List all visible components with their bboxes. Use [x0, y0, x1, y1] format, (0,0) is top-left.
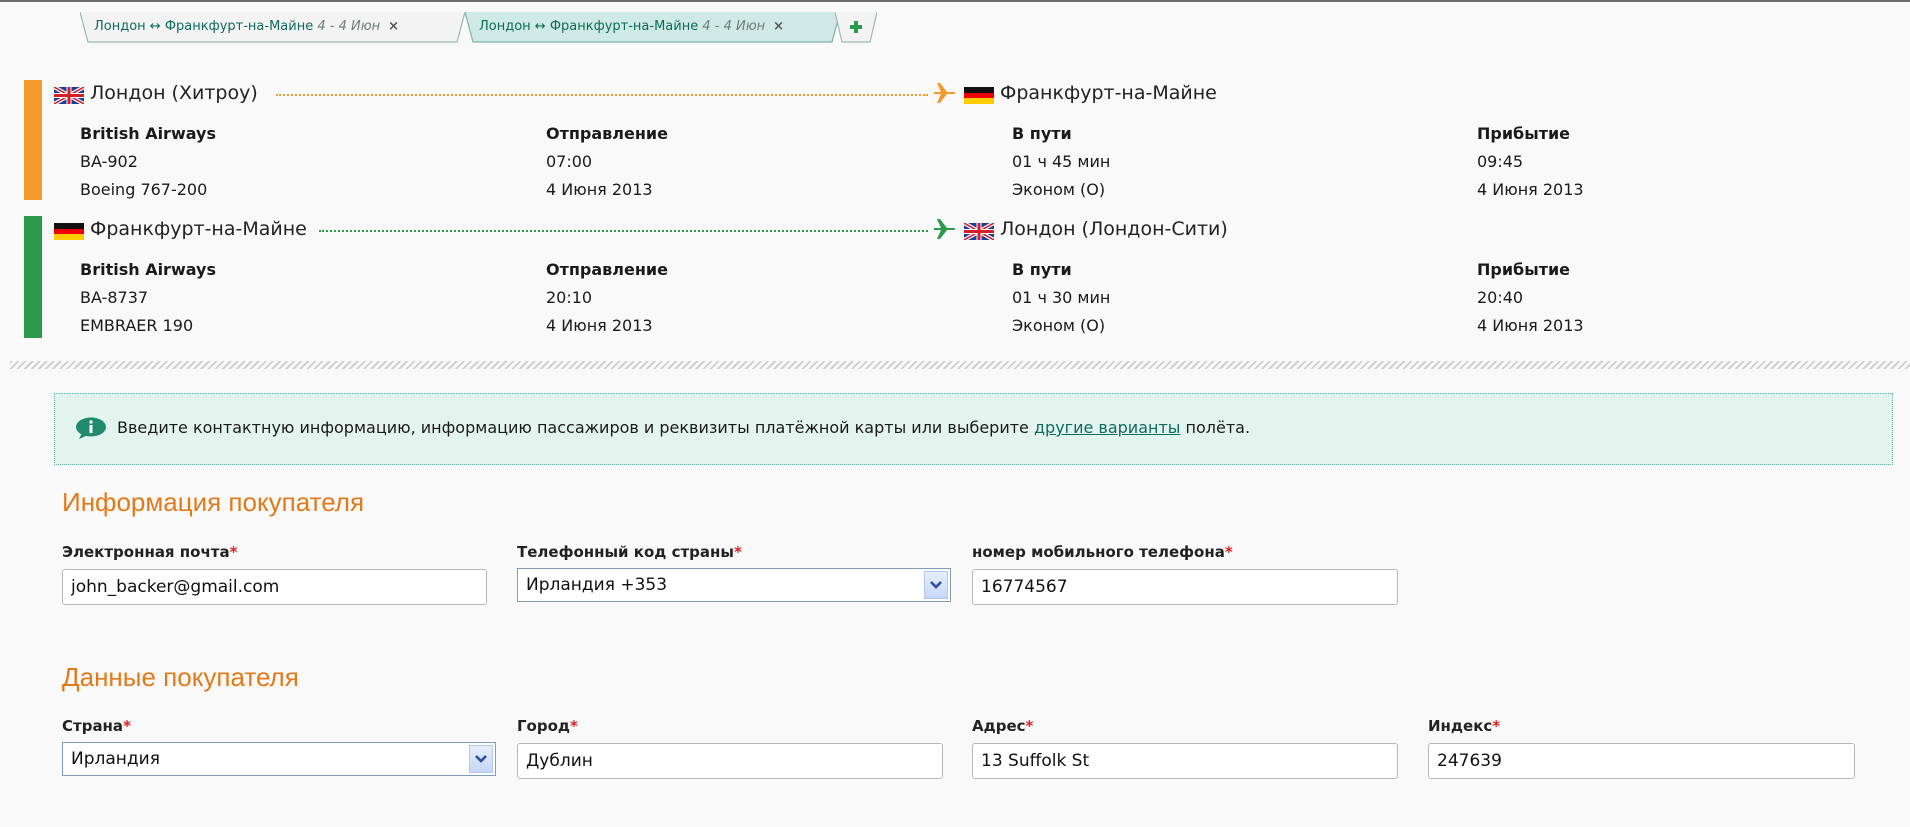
- route-line: [319, 230, 928, 232]
- close-tab-icon[interactable]: ×: [773, 19, 784, 34]
- arrival-date: 4 Июня 2013: [1477, 316, 1584, 335]
- city-label: Город*: [517, 717, 578, 735]
- add-tab-button[interactable]: [834, 11, 878, 43]
- address-field[interactable]: [972, 743, 1398, 779]
- arrival-city: Лондон (Лондон-Сити): [1000, 218, 1228, 240]
- germany-flag-icon: [54, 223, 84, 240]
- departure-city: Франкфурт-на-Майне: [90, 218, 307, 240]
- chevron-down-icon: [930, 581, 942, 589]
- duration-column: В пути 01 ч 45 мин Эконом (O): [1012, 120, 1110, 204]
- buyer-info-heading: Информация покупателя: [62, 487, 365, 517]
- email-label: Электронная почта*: [62, 543, 238, 561]
- arrival-date: 4 Июня 2013: [1477, 180, 1584, 199]
- airplane-icon: [934, 83, 956, 103]
- departure-column: Отправление 07:00 4 Июня 2013: [546, 120, 668, 204]
- cabin-class: Эконом (O): [1012, 316, 1106, 335]
- flight-segment-return: Франкфурт-на-Майне Лондон (Лондон-Сити) …: [0, 216, 1910, 338]
- airline-name: British Airways: [80, 124, 216, 143]
- flight-segment-outbound: Лондон (Хитроу) Франкфурт-на-Майне Briti…: [0, 80, 1910, 200]
- airline-name: British Airways: [80, 260, 216, 279]
- mobile-phone-field[interactable]: [972, 569, 1398, 605]
- top-border: [0, 0, 1910, 2]
- departure-city: Лондон (Хитроу): [90, 82, 258, 104]
- airplane-icon: [934, 219, 956, 239]
- section-divider: [10, 361, 1910, 369]
- uk-flag-icon: [964, 223, 994, 240]
- segment-color-bar: [24, 80, 42, 200]
- aircraft-type: EMBRAER 190: [80, 316, 194, 335]
- departure-time: 07:00: [546, 152, 593, 171]
- departure-label: Отправление: [546, 260, 668, 279]
- segment-color-bar: [24, 216, 42, 338]
- flight-number: BA-8737: [80, 288, 149, 307]
- flight-route: Лондон (Хитроу) Франкфурт-на-Майне: [54, 80, 1254, 106]
- departure-column: Отправление 20:10 4 Июня 2013: [546, 256, 668, 340]
- country-select[interactable]: Ирландия: [62, 742, 496, 776]
- info-bubble-icon: [76, 417, 106, 439]
- departure-date: 4 Июня 2013: [546, 316, 653, 335]
- airline-column: British Airways BA-902 Boeing 767-200: [80, 120, 216, 204]
- plus-icon: [834, 11, 878, 43]
- zip-field[interactable]: [1428, 743, 1855, 779]
- duration-column: В пути 01 ч 30 мин Эконом (O): [1012, 256, 1110, 340]
- city-field[interactable]: [517, 743, 943, 779]
- flight-duration: 01 ч 30 мин: [1012, 288, 1111, 307]
- uk-flag-icon: [54, 87, 84, 104]
- info-text: Введите контактную информацию, информаци…: [117, 418, 1029, 437]
- country-label: Страна*: [62, 717, 131, 735]
- airline-column: British Airways BA-8737 EMBRAER 190: [80, 256, 216, 340]
- country-value: Ирландия: [71, 749, 160, 769]
- chevron-down-icon: [475, 755, 487, 763]
- email-field[interactable]: [62, 569, 487, 605]
- aircraft-type: Boeing 767-200: [80, 180, 208, 199]
- mobile-label: номер мобильного телефона*: [972, 543, 1233, 561]
- arrival-label: Прибытие: [1477, 124, 1571, 143]
- phone-code-select[interactable]: Ирландия +353: [517, 568, 951, 602]
- tab-label: Лондон ↔ Франкфурт-на-Майне 4 - 4 Июн: [94, 19, 381, 34]
- duration-label: В пути: [1012, 260, 1072, 279]
- tab-search-1[interactable]: Лондон ↔ Франкфурт-на-Майне 4 - 4 Июн ×: [80, 12, 465, 43]
- arrival-time: 09:45: [1477, 152, 1524, 171]
- phone-code-label: Телефонный код страны*: [517, 543, 742, 561]
- departure-date: 4 Июня 2013: [546, 180, 653, 199]
- flight-duration: 01 ч 45 мин: [1012, 152, 1111, 171]
- flight-number: BA-902: [80, 152, 138, 171]
- route-line: [276, 94, 928, 96]
- close-tab-icon[interactable]: ×: [388, 19, 399, 34]
- tab-label: Лондон ↔ Франкфурт-на-Майне 4 - 4 Июн: [479, 19, 766, 34]
- arrival-city: Франкфурт-на-Майне: [1000, 82, 1217, 104]
- departure-label: Отправление: [546, 124, 668, 143]
- germany-flag-icon: [964, 87, 994, 104]
- info-text-end: полёта.: [1185, 418, 1251, 437]
- departure-time: 20:10: [546, 288, 593, 307]
- arrival-time: 20:40: [1477, 288, 1524, 307]
- cabin-class: Эконом (O): [1012, 180, 1106, 199]
- info-notice: Введите контактную информацию, информаци…: [54, 393, 1893, 465]
- zip-label: Индекс*: [1428, 717, 1501, 735]
- address-label: Адрес*: [972, 717, 1034, 735]
- flight-route: Франкфурт-на-Майне Лондон (Лондон-Сити): [54, 216, 1254, 242]
- other-options-link[interactable]: другие варианты: [1034, 418, 1180, 437]
- duration-label: В пути: [1012, 124, 1072, 143]
- arrival-column: Прибытие 09:45 4 Июня 2013: [1477, 120, 1584, 204]
- tab-search-2[interactable]: Лондон ↔ Франкфурт-на-Майне 4 - 4 Июн ×: [465, 12, 840, 43]
- phone-code-value: Ирландия +353: [526, 575, 668, 595]
- arrival-column: Прибытие 20:40 4 Июня 2013: [1477, 256, 1584, 340]
- buyer-data-heading: Данные покупателя: [62, 662, 299, 692]
- arrival-label: Прибытие: [1477, 260, 1571, 279]
- dropdown-arrow[interactable]: [469, 745, 493, 773]
- dropdown-arrow[interactable]: [924, 571, 948, 599]
- info-message: Введите контактную информацию, информаци…: [117, 418, 1250, 437]
